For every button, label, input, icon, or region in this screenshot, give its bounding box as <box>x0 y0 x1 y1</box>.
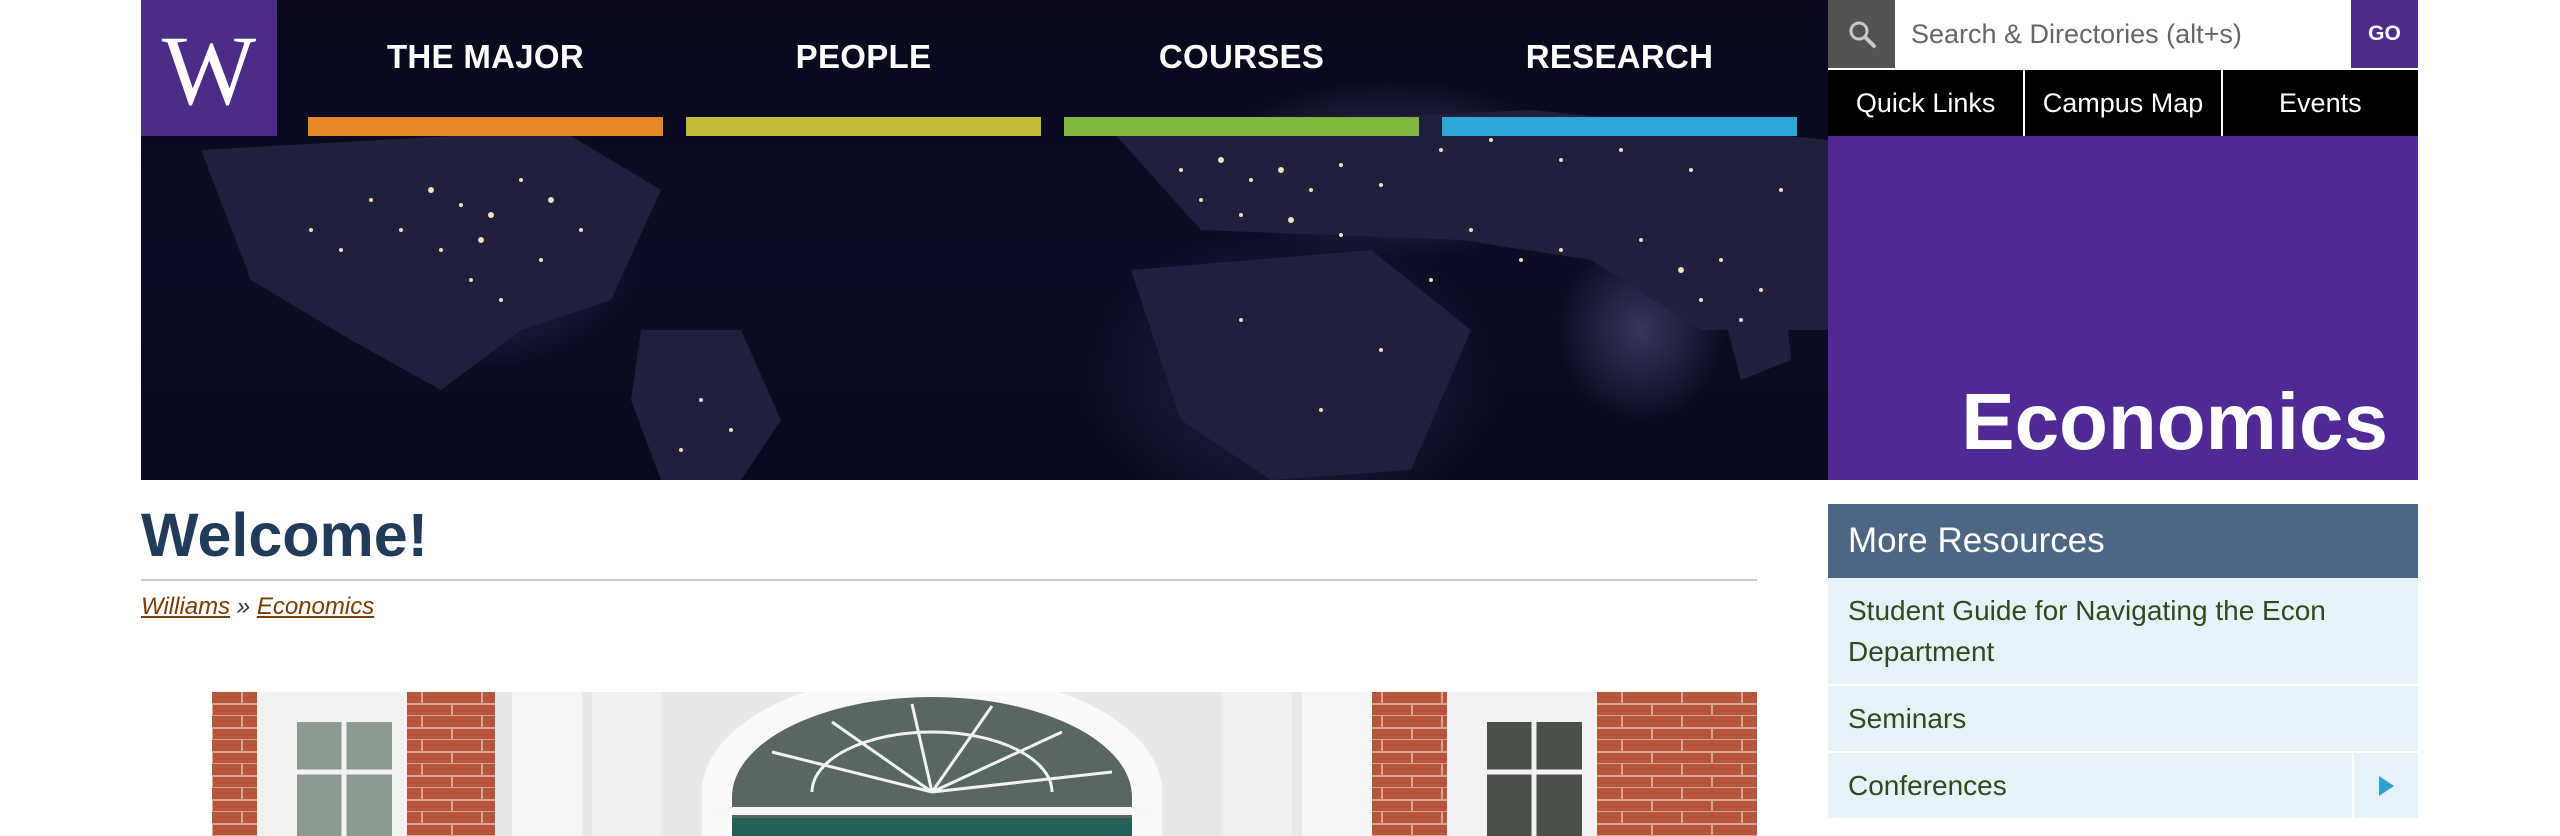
building-photo <box>212 692 1757 836</box>
title-divider <box>141 579 1757 581</box>
sidebar-heading: More Resources <box>1828 504 2418 578</box>
search-icon[interactable] <box>1828 0 1895 68</box>
logo-letter: W <box>161 15 257 126</box>
go-button[interactable]: GO <box>2351 0 2418 68</box>
search-bar: GO <box>1828 0 2418 68</box>
site-header: W THE MAJOR PEOPLE COURSES RESEARCH GO <box>141 0 2418 480</box>
triangle-right-icon[interactable] <box>2352 753 2418 818</box>
breadcrumb-separator: » <box>236 593 251 620</box>
nav-label: COURSES <box>1158 38 1325 75</box>
nav-the-major[interactable]: THE MAJOR <box>308 0 663 136</box>
nav-label: THE MAJOR <box>386 38 585 75</box>
page-title: Welcome! <box>141 501 429 569</box>
nav-courses[interactable]: COURSES <box>1064 0 1419 136</box>
university-logo[interactable]: W <box>141 0 277 136</box>
nav-color-bar <box>686 117 1041 136</box>
sidebar-item-conferences[interactable]: Conferences <box>1828 753 2418 820</box>
department-banner: Economics <box>1828 136 2418 480</box>
nav-label: RESEARCH <box>1525 38 1714 75</box>
campus-map-button[interactable]: Campus Map <box>2023 68 2221 136</box>
breadcrumb-current-link[interactable]: Economics <box>257 593 374 620</box>
department-title[interactable]: Economics <box>1961 376 2388 468</box>
main-nav: THE MAJOR PEOPLE COURSES RESEARCH <box>308 0 1828 136</box>
breadcrumb-root-link[interactable]: Williams <box>141 593 230 620</box>
nav-color-bar <box>1064 117 1419 136</box>
breadcrumb: Williams » Economics <box>141 593 374 621</box>
sidebar-item-label: Conferences <box>1848 770 2007 801</box>
sidebar-item-student-guide[interactable]: Student Guide for Navigating the Econ De… <box>1828 578 2418 686</box>
quick-links-button[interactable]: Quick Links <box>1828 68 2024 136</box>
nav-label: PEOPLE <box>795 38 932 75</box>
quick-links-bar: Quick Links Campus Map Events <box>1828 68 2418 136</box>
nav-research[interactable]: RESEARCH <box>1442 0 1797 136</box>
events-button[interactable]: Events <box>2220 68 2418 136</box>
sidebar-item-seminars[interactable]: Seminars <box>1828 686 2418 753</box>
search-input[interactable] <box>1895 0 2351 68</box>
sidebar-item-label: Seminars <box>1848 703 1967 734</box>
nav-people[interactable]: PEOPLE <box>686 0 1041 136</box>
sidebar-item-label: Student Guide for Navigating the Econ De… <box>1848 595 2326 667</box>
nav-color-bar <box>1442 117 1797 136</box>
more-resources-sidebar: More Resources Student Guide for Navigat… <box>1828 504 2418 820</box>
nav-color-bar <box>308 117 663 136</box>
